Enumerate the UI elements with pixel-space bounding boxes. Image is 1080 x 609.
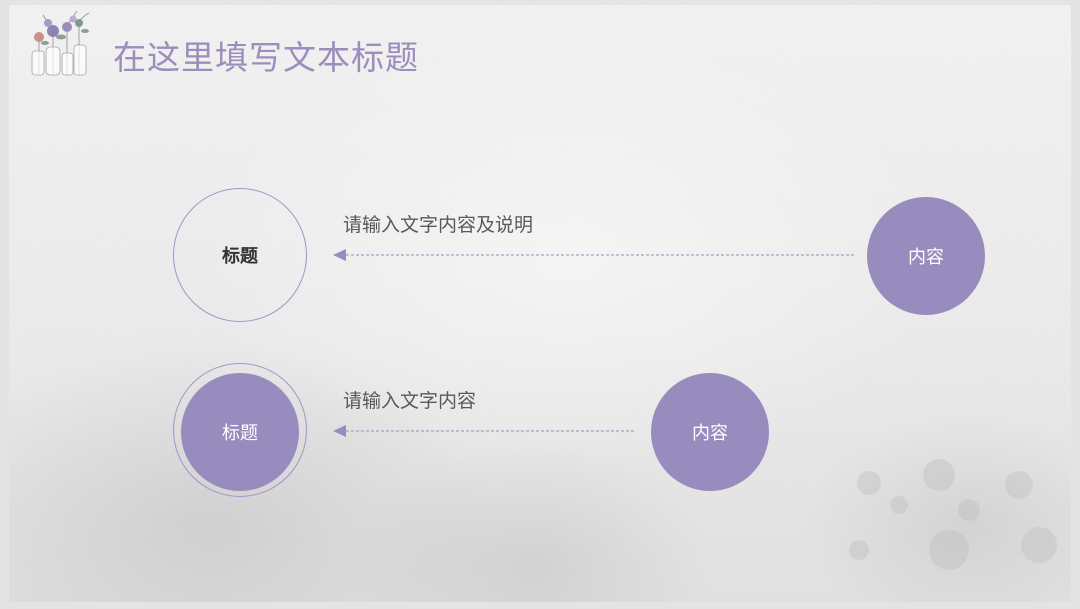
content-circle-label: 内容 (692, 423, 728, 444)
title-circle-label: 标题 (222, 423, 258, 444)
description-text: 请输入文字内容及说明 (343, 214, 534, 236)
description-text: 请输入文字内容 (343, 390, 477, 412)
title-circle-outline: 标题 (173, 188, 307, 322)
title-circle-filled: 标题 (181, 373, 299, 491)
content-circle-label: 内容 (908, 247, 944, 268)
flower-vases-icon (31, 10, 90, 76)
content-circle: 内容 (867, 197, 985, 315)
arrow-left-icon (333, 249, 855, 261)
slide: 在这里填写文本标题 标题 请输入文字内容及说明 内容 标题 请输入文字内容 内容 (9, 5, 1071, 602)
title-circle-label: 标题 (222, 246, 258, 267)
arrow-left-icon (333, 425, 635, 437)
content-circle: 内容 (651, 373, 769, 491)
page-title: 在这里填写文本标题 (113, 38, 419, 77)
